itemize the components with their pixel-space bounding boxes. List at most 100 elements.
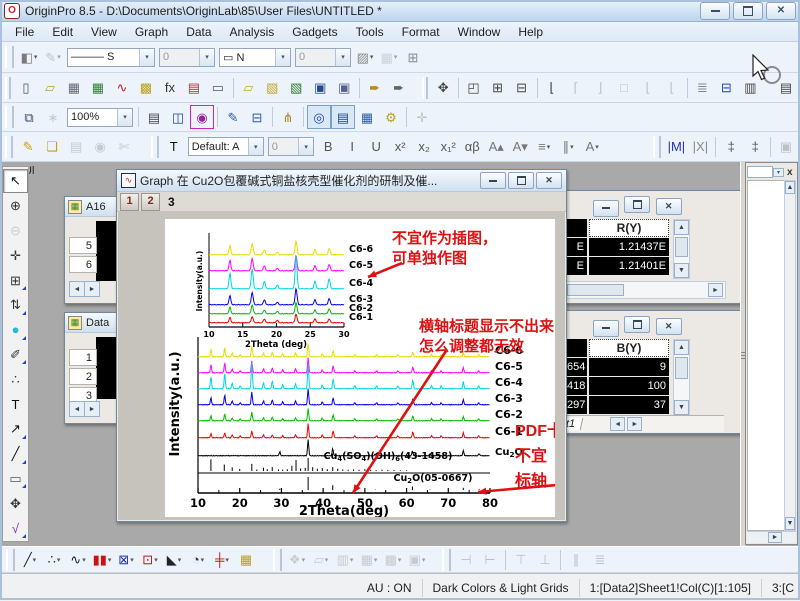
panel-body[interactable] — [747, 180, 787, 531]
add-layer-button[interactable]: ▤ — [774, 76, 798, 100]
scroll-down-button[interactable]: ▼ — [785, 517, 795, 530]
new-layout-button[interactable]: ▤ — [182, 76, 206, 100]
line-width-select[interactable]: 0▾ — [159, 48, 215, 67]
supersubscript-button[interactable]: x₁² — [436, 135, 460, 159]
restore-button[interactable] — [508, 172, 534, 189]
worksheet-window-b[interactable]: ✕ B(Y) 654 9 418 100 297 37 ▲ ▼ t1 ◄ ► — [562, 310, 744, 434]
chevron-down-icon[interactable]: ▾ — [225, 556, 229, 564]
cell[interactable]: E — [564, 238, 587, 256]
toolbar-grip[interactable] — [151, 136, 159, 158]
line-symbol-plot-button[interactable]: ∿▾ — [66, 548, 90, 572]
four-panel-button[interactable]: ⊞ — [486, 76, 510, 100]
chevron-down-icon[interactable]: ▾ — [595, 143, 599, 151]
video-mode-button[interactable]: ◉ — [190, 105, 214, 129]
chevron-down-icon[interactable]: ▾ — [350, 556, 354, 564]
cell[interactable]: 297 — [564, 396, 587, 414]
column-plot-button[interactable]: ▮▮▾ — [90, 548, 114, 572]
chevron-down-icon[interactable]: ▾ — [33, 556, 37, 564]
area-plot-button[interactable]: ◣▾ — [162, 548, 186, 572]
close-button[interactable]: ✕ — [536, 172, 562, 189]
fill-pattern-select[interactable]: ▭ N▾ — [219, 48, 291, 67]
rescale-button[interactable]: ✥ — [431, 76, 455, 100]
master-page-button[interactable]: |M| — [664, 135, 688, 159]
layer-tab-3-active[interactable]: 3 — [162, 194, 181, 211]
code-builder-button[interactable]: ⚙ — [379, 105, 403, 129]
align-button[interactable]: ≡▾ — [532, 135, 556, 159]
chevron-down-icon[interactable]: ▾ — [370, 53, 374, 61]
layer-tab-2[interactable]: 2 — [141, 193, 160, 211]
horizontal-scrollbar[interactable]: ► — [564, 281, 726, 299]
new-matrix-button[interactable]: ▩ — [134, 76, 158, 100]
spacing-button[interactable]: ∥▾ — [556, 135, 580, 159]
horizontal-spacing-button[interactable]: ‡ — [743, 135, 767, 159]
project-hierarchy-button[interactable]: ⋔ — [276, 105, 300, 129]
scrollbar-thumb[interactable] — [567, 284, 624, 296]
import-ascii-button[interactable]: ➨ — [387, 76, 411, 100]
single-panel-button[interactable]: ◰ — [462, 76, 486, 100]
add-bottom-axis-button[interactable]: ⌊ — [540, 76, 564, 100]
print-button[interactable]: ▤ — [142, 105, 166, 129]
toolbar-grip[interactable] — [422, 77, 428, 99]
zoom-in-tool[interactable]: ⊕ — [3, 194, 28, 218]
cell[interactable]: E — [564, 257, 587, 275]
annotation-pdf-note[interactable]: PDF卡不宜标轴 — [515, 419, 555, 494]
chevron-down-icon[interactable]: ▾ — [57, 53, 61, 61]
restore-button[interactable] — [624, 196, 650, 213]
zoom-select[interactable]: 100%▾ — [67, 108, 133, 127]
screen-reader-tool[interactable]: ✛ — [3, 243, 28, 267]
scroll-down-button[interactable]: ▼ — [674, 263, 689, 278]
menu-item-format[interactable]: Format — [393, 23, 449, 41]
scroll-left-button[interactable]: ◄ — [69, 401, 85, 417]
multi-panel-button[interactable]: ▦ — [234, 548, 258, 572]
toolbar-grip[interactable] — [653, 136, 661, 158]
scroll-down-button[interactable]: ▼ — [674, 400, 689, 415]
graph-window[interactable]: ∿ Graph 在 Cu2O包覆碱式铜盐核壳型催化剂的研制及催... ✕ 1 2… — [116, 169, 567, 522]
toolbar-grip[interactable] — [5, 77, 11, 99]
apply-format-button[interactable]: ⊞ — [401, 45, 425, 69]
restore-button[interactable] — [624, 316, 650, 333]
scroll-up-button[interactable]: ▲ — [674, 340, 689, 355]
cell[interactable]: 1.21437E — [589, 238, 669, 256]
chevron-down-icon[interactable]: ▾ — [335, 49, 350, 66]
worksheet-window-r[interactable]: ✕ R(Y) E 1.21437E E 1.21401E ▲ ▼ ► — [562, 190, 744, 304]
scroll-up-button[interactable]: ▲ — [674, 220, 689, 235]
box-plot-button[interactable]: ⊡▾ — [138, 548, 162, 572]
fill-color-button[interactable]: ◧▾ — [17, 45, 41, 69]
panel-vertical-scrollbar[interactable]: ▲ ▼ — [784, 180, 796, 531]
exempt-master-button[interactable]: |X| — [688, 135, 712, 159]
row-header[interactable]: 1 — [69, 349, 97, 366]
toolbar-grip[interactable] — [442, 549, 451, 571]
scrollbar-thumb[interactable] — [675, 357, 688, 379]
nine-panel-button[interactable]: ⊟ — [510, 76, 534, 100]
scroll-right-button[interactable]: ► — [768, 532, 782, 543]
minimize-button[interactable] — [480, 172, 506, 189]
close-button[interactable]: ✕ — [656, 198, 682, 215]
chevron-down-icon[interactable]: ▾ — [422, 556, 426, 564]
toolbar-grip[interactable] — [5, 46, 14, 68]
scroll-up-button[interactable]: ▲ — [785, 181, 795, 194]
close-button[interactable]: ✕ — [766, 2, 796, 20]
graph-window-titlebar[interactable]: ∿ Graph 在 Cu2O包覆碱式铜盐核壳型催化剂的研制及催... ✕ — [117, 170, 566, 192]
duplicate-batch-button[interactable]: ⧉ — [17, 105, 41, 129]
hatch-pattern-button[interactable]: ▨▾ — [353, 45, 377, 69]
layer-tab-1[interactable]: 1 — [120, 193, 139, 211]
cell[interactable]: 1.21401E — [589, 257, 669, 275]
pattern-width-select[interactable]: 0▾ — [295, 48, 351, 67]
column-header[interactable]: R(Y) — [589, 219, 669, 237]
annotation-tool[interactable]: ⊞ — [3, 268, 28, 292]
vertical-scrollbar[interactable]: ▲ ▼ — [673, 339, 690, 416]
menu-item-tools[interactable]: Tools — [347, 23, 393, 41]
rectangle-tool[interactable]: ▭ — [3, 467, 28, 491]
slideshow-button[interactable]: ◫ — [166, 105, 190, 129]
scatter-plot-button[interactable]: ∴▾ — [42, 548, 66, 572]
text-format-button[interactable]: T — [162, 135, 186, 159]
scroll-right-button[interactable]: ► — [84, 281, 100, 297]
new-notes-button[interactable]: ▭ — [206, 76, 230, 100]
menu-item-analysis[interactable]: Analysis — [221, 23, 284, 41]
scrollbar-thumb[interactable] — [675, 237, 688, 257]
menu-item-file[interactable]: File — [6, 23, 43, 41]
toolbar-grip[interactable] — [6, 549, 15, 571]
maximize-button[interactable] — [733, 2, 763, 20]
greek-button[interactable]: αβ — [460, 135, 484, 159]
open-excel-button[interactable]: ▧ — [284, 76, 308, 100]
